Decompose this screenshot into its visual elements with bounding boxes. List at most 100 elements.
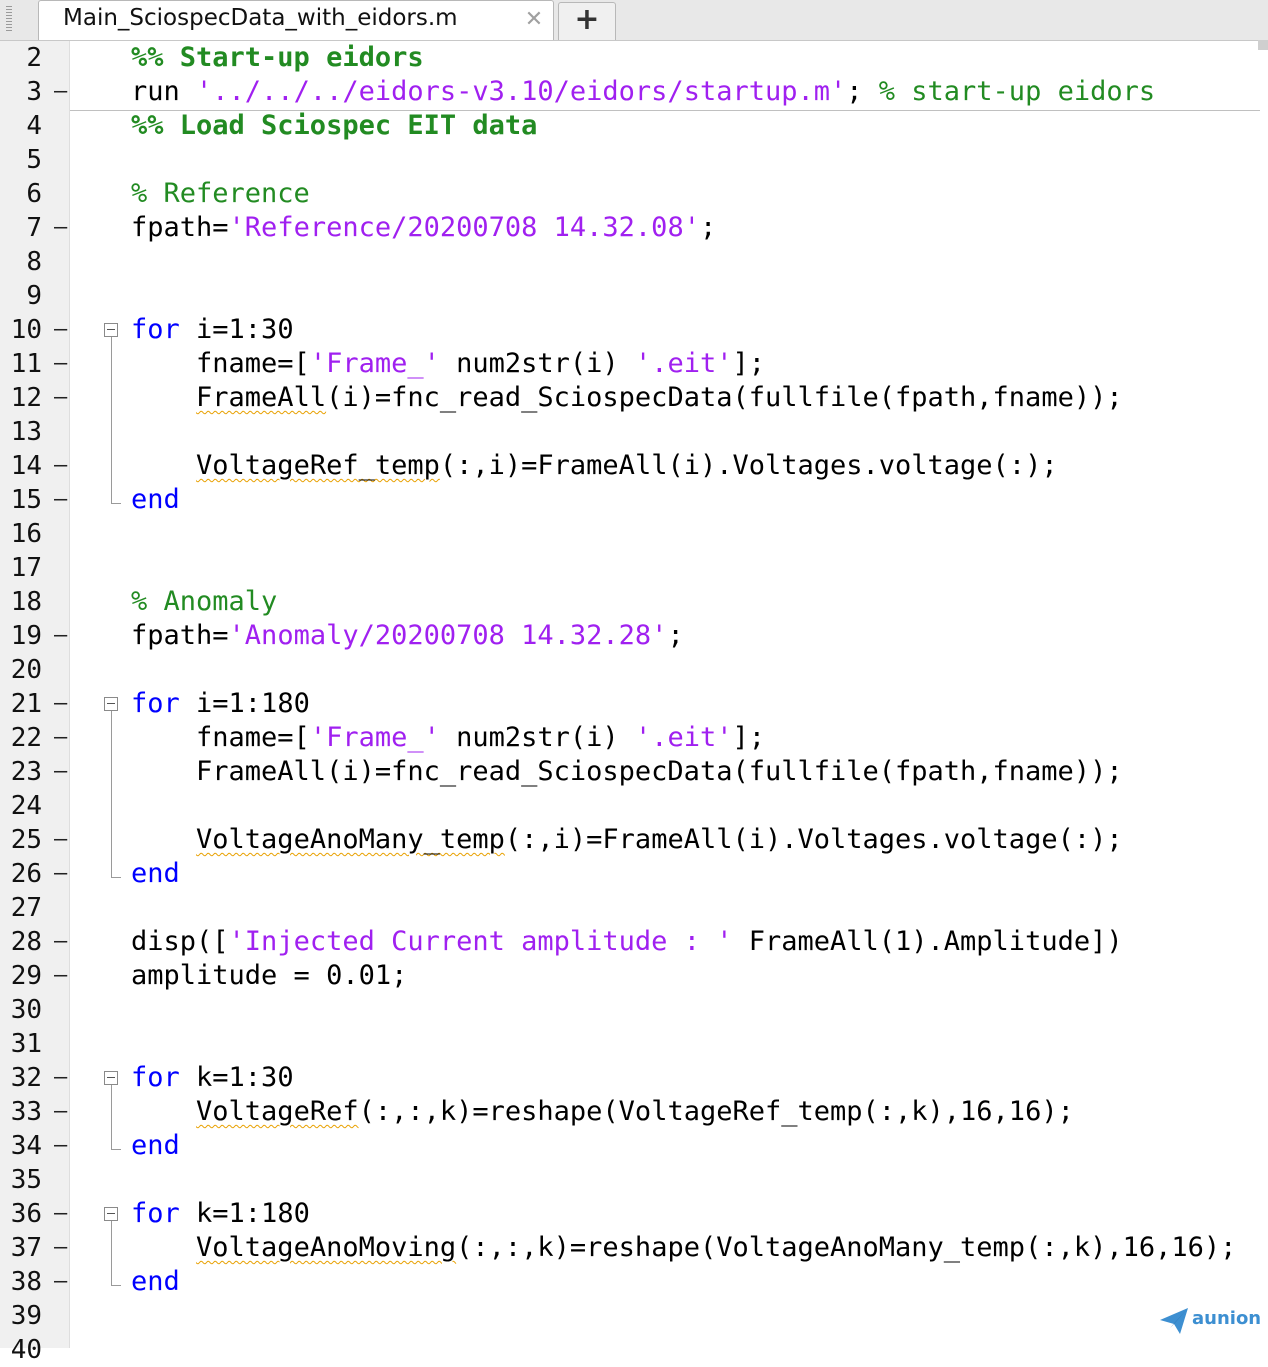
code-line[interactable]: 33– VoltageRef(:,:,k)=reshape(VoltageRef… — [0, 1095, 1268, 1129]
code-line[interactable]: 26– end — [0, 857, 1268, 891]
code-line[interactable]: 6 % Reference — [0, 177, 1268, 211]
breakpoint-marker[interactable]: – — [54, 1231, 67, 1265]
code-text: for k=1:30 — [131, 1061, 294, 1095]
line-number: 26 — [10, 859, 42, 889]
code-line[interactable]: 17 — [0, 551, 1268, 585]
line-number: 14 — [10, 451, 42, 481]
code-line[interactable]: 11– fname=['Frame_' num2str(i) '.eit']; — [0, 347, 1268, 381]
code-token: 'Frame_' — [309, 348, 440, 379]
code-line[interactable]: 8 — [0, 245, 1268, 279]
breakpoint-marker[interactable]: – — [54, 483, 67, 517]
fold-guide-end — [111, 1285, 121, 1286]
breakpoint-marker[interactable]: – — [54, 619, 67, 653]
code-token: VoltageAnoMoving — [196, 1232, 457, 1263]
close-icon[interactable]: ✕ — [523, 7, 545, 33]
breakpoint-marker[interactable]: – — [54, 687, 67, 721]
code-token: k=1:180 — [179, 1198, 310, 1229]
fold-guide — [111, 1085, 112, 1149]
breakpoint-marker[interactable]: – — [54, 1129, 67, 1163]
code-line[interactable]: 22– fname=['Frame_' num2str(i) '.eit']; — [0, 721, 1268, 755]
line-number: 37 — [10, 1233, 42, 1263]
breakpoint-marker[interactable]: – — [54, 211, 67, 245]
breakpoint-marker[interactable]: – — [54, 75, 67, 109]
fold-toggle-icon[interactable] — [104, 1207, 118, 1221]
code-line[interactable]: 23– FrameAll(i)=fnc_read_SciospecData(fu… — [0, 755, 1268, 789]
code-line[interactable]: 31 — [0, 1027, 1268, 1061]
code-line[interactable]: 5 — [0, 143, 1268, 177]
code-line[interactable]: 12– FrameAll(i)=fnc_read_SciospecData(fu… — [0, 381, 1268, 415]
code-token: (:,:,k)=reshape(VoltageRef_temp(:,k),16,… — [358, 1096, 1074, 1127]
breakpoint-marker[interactable]: – — [54, 721, 67, 755]
code-line[interactable]: 16 — [0, 517, 1268, 551]
breakpoint-marker[interactable]: – — [54, 381, 67, 415]
code-token: VoltageAnoMany_temp — [196, 824, 505, 855]
code-line[interactable]: 30 — [0, 993, 1268, 1027]
code-line[interactable]: 39 — [0, 1299, 1268, 1333]
breakpoint-marker[interactable]: – — [54, 823, 67, 857]
code-line[interactable]: 34– end — [0, 1129, 1268, 1163]
line-number: 19 — [10, 621, 42, 651]
breakpoint-marker[interactable]: – — [54, 1061, 67, 1095]
code-text: VoltageRef_temp(:,i)=FrameAll(i).Voltage… — [131, 449, 1058, 483]
line-number: 7 — [26, 213, 42, 243]
fold-toggle-icon[interactable] — [104, 1071, 118, 1085]
code-line[interactable]: 38– end — [0, 1265, 1268, 1299]
code-line[interactable]: 32– for k=1:30 — [0, 1061, 1268, 1095]
breakpoint-marker[interactable]: – — [54, 925, 67, 959]
code-token: (:,:,k)=reshape(VoltageAnoMany_temp(:,k)… — [456, 1232, 1237, 1263]
code-line[interactable]: 37– VoltageAnoMoving(:,:,k)=reshape(Volt… — [0, 1231, 1268, 1265]
code-line[interactable]: 9 — [0, 279, 1268, 313]
tab-bar-grip[interactable] — [6, 6, 12, 32]
code-token: for — [131, 1062, 180, 1093]
code-token: %% Start-up eidors — [131, 42, 424, 73]
code-line[interactable]: 10– for i=1:30 — [0, 313, 1268, 347]
code-line[interactable]: 24 — [0, 789, 1268, 823]
breakpoint-marker[interactable]: – — [54, 1197, 67, 1231]
code-line[interactable]: 27 — [0, 891, 1268, 925]
breakpoint-marker[interactable]: – — [54, 1095, 67, 1129]
code-line[interactable]: 7– fpath='Reference/20200708 14.32.08'; — [0, 211, 1268, 245]
breakpoint-marker[interactable]: – — [54, 959, 67, 993]
code-token: '.eit' — [634, 348, 733, 379]
breakpoint-marker[interactable]: – — [54, 347, 67, 381]
line-number: 38 — [10, 1267, 42, 1297]
code-line[interactable]: 36– for k=1:180 — [0, 1197, 1268, 1231]
line-number: 20 — [10, 655, 42, 685]
fold-guide — [111, 337, 112, 503]
tab-main-sciospec[interactable]: Main_SciospecData_with_eidors.m ✕ — [38, 0, 554, 40]
code-token: fpath= — [131, 212, 229, 243]
code-line[interactable]: 28– disp(['Injected Current amplitude : '… — [0, 925, 1268, 959]
code-line[interactable]: 21– for i=1:180 — [0, 687, 1268, 721]
code-line[interactable]: 18 % Anomaly — [0, 585, 1268, 619]
code-token: '.eit' — [634, 722, 733, 753]
code-token: for — [131, 314, 180, 345]
code-line[interactable]: 20 — [0, 653, 1268, 687]
code-line[interactable]: 4 %% Load Sciospec EIT data — [0, 109, 1268, 143]
fold-toggle-icon[interactable] — [104, 697, 118, 711]
code-line[interactable]: 25– VoltageAnoMany_temp(:,i)=FrameAll(i)… — [0, 823, 1268, 857]
code-line[interactable]: 15– end — [0, 483, 1268, 517]
code-line[interactable]: 19– fpath='Anomaly/20200708 14.32.28'; — [0, 619, 1268, 653]
breakpoint-marker[interactable]: – — [54, 857, 67, 891]
code-line[interactable]: 2 %% Start-up eidors — [0, 41, 1268, 75]
code-text: % Anomaly — [131, 585, 277, 619]
breakpoint-marker[interactable]: – — [54, 313, 67, 347]
breakpoint-marker[interactable]: – — [54, 1265, 67, 1299]
breakpoint-marker[interactable]: – — [54, 755, 67, 789]
code-line[interactable]: 13 — [0, 415, 1268, 449]
code-line[interactable]: 40 — [0, 1333, 1268, 1367]
code-line[interactable]: 3– run '../../../eidors-v3.10/eidors/star… — [0, 75, 1268, 109]
line-number: 2 — [26, 43, 42, 73]
code-text: amplitude = 0.01; — [131, 959, 407, 993]
new-tab-button[interactable]: + — [558, 2, 616, 40]
code-line[interactable]: 35 — [0, 1163, 1268, 1197]
code-line[interactable]: 29– amplitude = 0.01; — [0, 959, 1268, 993]
code-line[interactable]: 14– VoltageRef_temp(:,i)=FrameAll(i).Vol… — [0, 449, 1268, 483]
fold-guide-end — [111, 1149, 121, 1150]
code-text: for i=1:180 — [131, 687, 310, 721]
breakpoint-marker[interactable]: – — [54, 449, 67, 483]
code-text: disp(['Injected Current amplitude : ' Fr… — [131, 925, 1123, 959]
line-number: 35 — [10, 1165, 42, 1195]
fold-toggle-icon[interactable] — [104, 323, 118, 337]
